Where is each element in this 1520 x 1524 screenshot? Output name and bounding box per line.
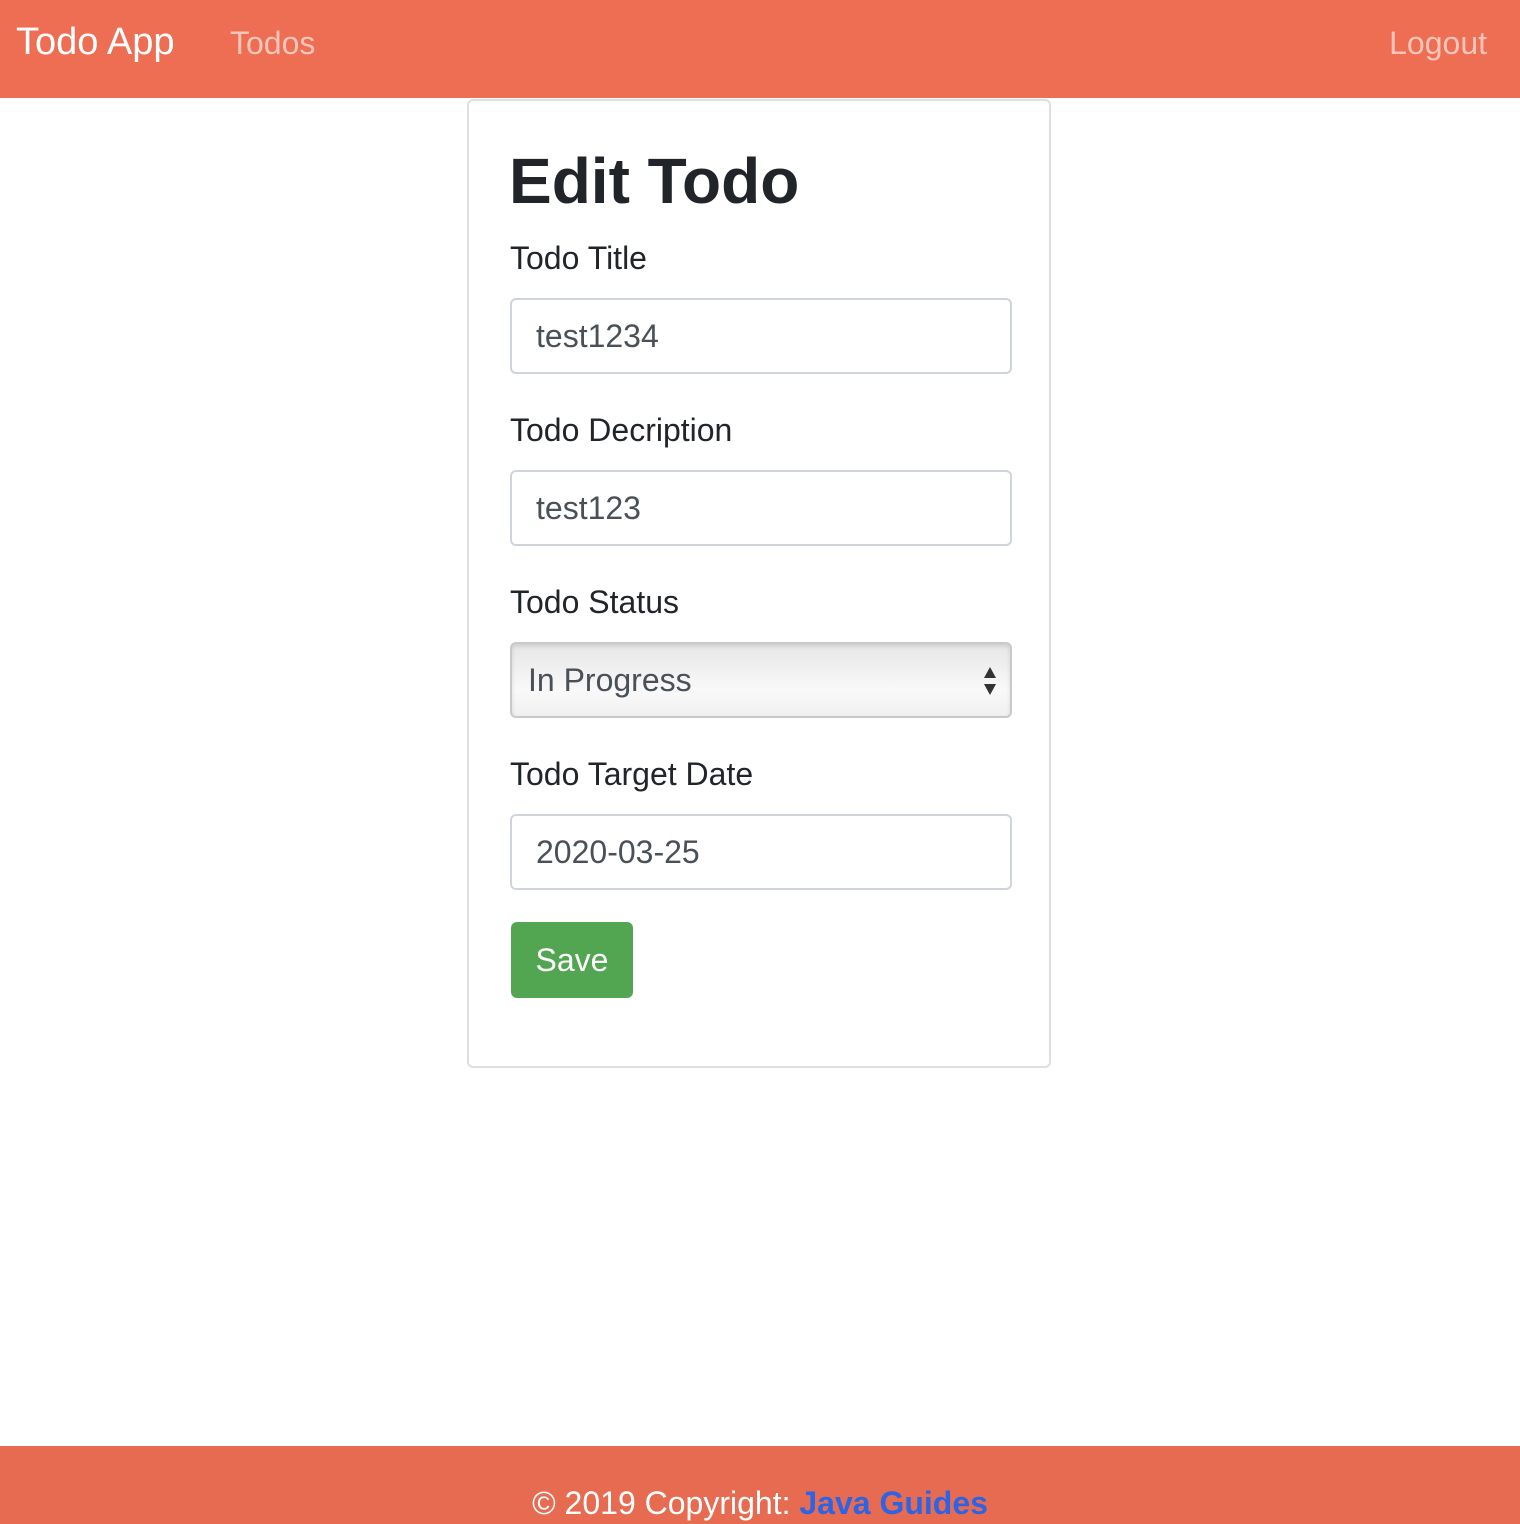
todo-description-input[interactable]: [510, 470, 1012, 546]
footer-java-guides-link[interactable]: Java Guides: [799, 1485, 988, 1521]
todo-target-date-input[interactable]: [510, 814, 1012, 890]
todo-status-select[interactable]: In Progress: [510, 642, 1012, 718]
footer-copyright: © 2019 Copyright: Java Guides: [0, 1484, 1520, 1522]
todo-status-label: Todo Status: [510, 584, 679, 620]
nav-link-todos[interactable]: Todos: [230, 24, 315, 62]
brand-link[interactable]: Todo App: [16, 20, 174, 64]
todo-description-label: Todo Decription: [510, 412, 733, 448]
footer-copyright-text: © 2019 Copyright:: [532, 1485, 800, 1521]
save-button[interactable]: Save: [511, 922, 633, 998]
todo-target-date-label: Todo Target Date: [510, 756, 754, 792]
page-title: Edit Todo: [509, 145, 800, 217]
todo-status-selected-value: In Progress: [528, 662, 692, 698]
todo-title-label: Todo Title: [510, 240, 647, 276]
todo-title-input[interactable]: [510, 298, 1012, 374]
chevron-up-down-icon: [982, 664, 998, 698]
page-footer: © 2019 Copyright: Java Guides: [0, 1446, 1520, 1524]
logout-link[interactable]: Logout: [1389, 24, 1487, 62]
top-navbar: Todo App Todos Logout: [0, 0, 1520, 98]
edit-todo-card: Edit Todo Todo Title Todo Decription Tod…: [467, 99, 1051, 1068]
